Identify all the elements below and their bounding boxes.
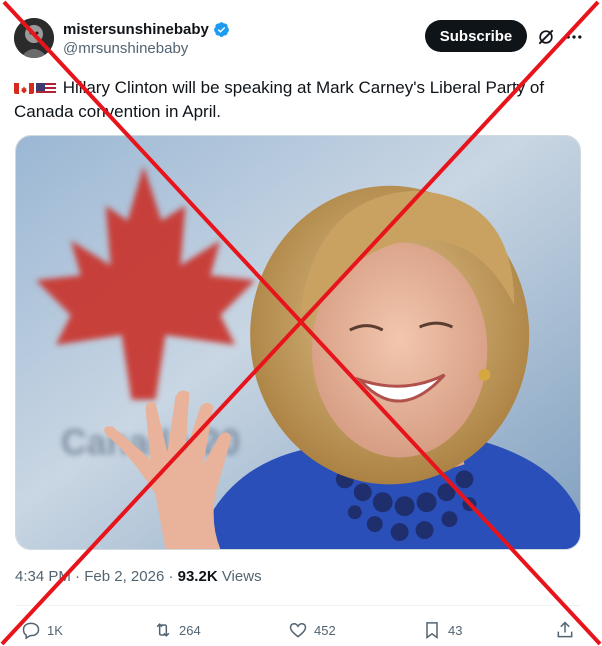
- canada-flag-icon: [14, 80, 34, 94]
- grok-icon[interactable]: [536, 27, 556, 47]
- share-button[interactable]: [555, 620, 575, 640]
- meta-separator: ·: [70, 568, 85, 585]
- tweet-time[interactable]: 4:34 PM: [15, 568, 71, 585]
- like-count: 452: [314, 622, 336, 638]
- verified-badge-icon: [213, 21, 230, 38]
- avatar[interactable]: [14, 18, 54, 58]
- usa-flag-icon: [36, 80, 56, 94]
- views-label: Views: [221, 568, 262, 585]
- repost-icon: [156, 623, 170, 637]
- reply-icon: [22, 622, 40, 640]
- meta-separator-2: ·: [164, 568, 178, 585]
- handle[interactable]: @mrsunshinebaby: [63, 40, 230, 57]
- bookmark-icon: [426, 622, 438, 639]
- tweet-body: Hillary Clinton will be speaking at Mark…: [14, 78, 545, 121]
- tweet-meta: 4:34 PM · Feb 2, 2026 · 93.2K Views: [15, 568, 262, 585]
- repost-count: 264: [179, 622, 201, 638]
- tweet-header: mistersunshinebaby @mrsunshinebaby Subsc…: [14, 14, 588, 64]
- subscribe-button[interactable]: Subscribe: [425, 20, 527, 52]
- bookmark-count: 43: [448, 622, 463, 638]
- tweet-text: Hillary Clinton will be speaking at Mark…: [14, 76, 586, 124]
- action-bar: 1K 264 452 43: [15, 605, 581, 645]
- tweet-image[interactable]: Canada 20: [15, 135, 581, 550]
- tweet-date[interactable]: Feb 2, 2026: [84, 568, 164, 585]
- bookmark-button[interactable]: 43: [422, 620, 462, 640]
- more-options-icon[interactable]: [564, 27, 584, 47]
- reply-count: 1K: [47, 622, 63, 638]
- heart-icon: [289, 622, 307, 638]
- repost-button[interactable]: 264: [153, 620, 201, 640]
- author-info: mistersunshinebaby @mrsunshinebaby: [63, 21, 230, 57]
- reply-button[interactable]: 1K: [21, 620, 63, 640]
- share-icon: [557, 621, 573, 638]
- like-button[interactable]: 452: [288, 620, 336, 640]
- display-name[interactable]: mistersunshinebaby: [63, 21, 209, 38]
- views-count: 93.2K: [177, 568, 218, 585]
